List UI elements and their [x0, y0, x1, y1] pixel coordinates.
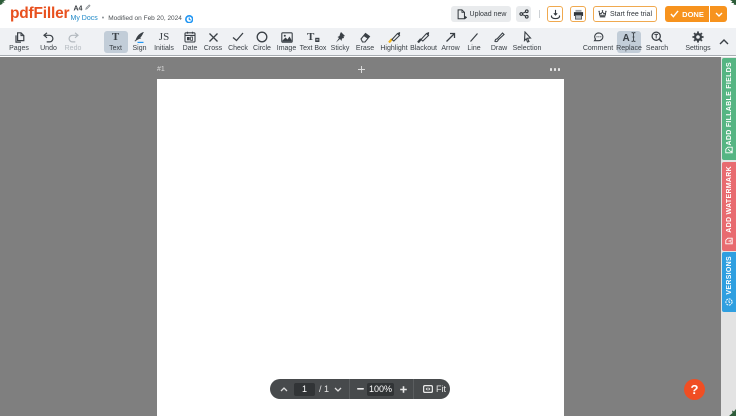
- svg-text:T: T: [307, 31, 315, 43]
- svg-text:A: A: [623, 33, 630, 43]
